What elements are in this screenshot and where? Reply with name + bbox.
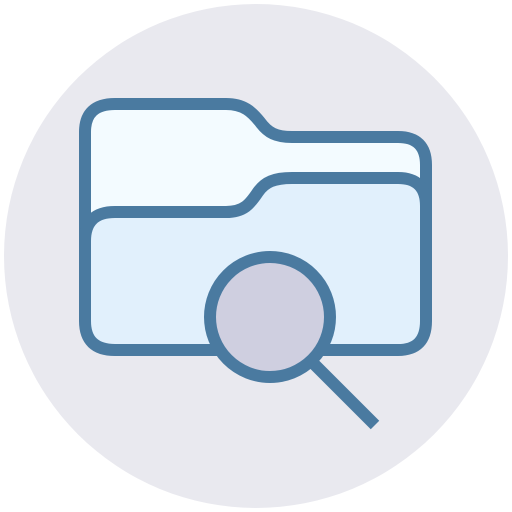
folder-search-icon: [4, 4, 508, 508]
folder-search-icon-canvas: [0, 0, 512, 512]
magnifier-lens: [204, 251, 336, 383]
